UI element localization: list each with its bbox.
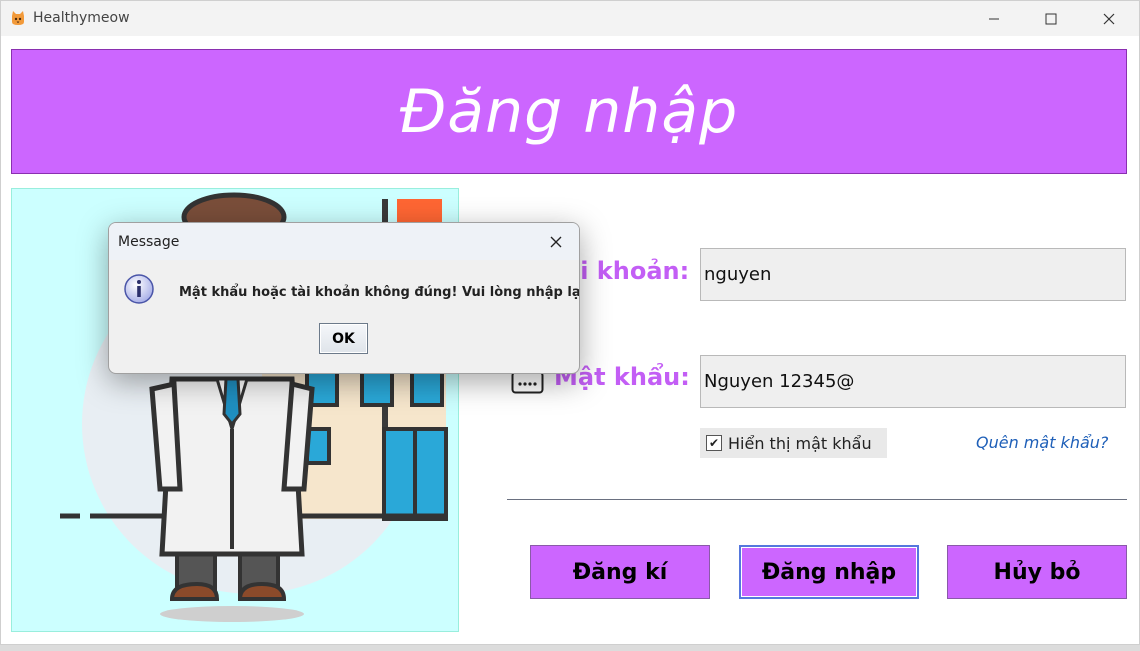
divider — [507, 499, 1127, 500]
checkbox-check-icon[interactable]: ✔ — [706, 435, 722, 451]
cancel-button[interactable]: Hủy bỏ — [947, 545, 1127, 599]
title-bar: Healthymeow — [1, 1, 1139, 36]
message-dialog: Message Mật khẩu hoặc tài khoản không đú… — [108, 222, 580, 374]
account-label: ài khoản: — [564, 257, 690, 285]
info-icon — [124, 274, 154, 304]
close-button[interactable] — [1080, 1, 1138, 36]
show-password-checkbox[interactable]: ✔ Hiển thị mật khẩu — [700, 428, 887, 458]
ok-button[interactable]: OK — [319, 323, 368, 354]
login-button[interactable]: Đăng nhập — [739, 545, 919, 599]
register-button[interactable]: Đăng kí — [530, 545, 710, 599]
forgot-password-link[interactable]: Quên mật khẩu? — [976, 433, 1108, 452]
password-input[interactable]: Nguyen 12345@ — [700, 355, 1126, 408]
close-icon — [1103, 13, 1115, 24]
account-input[interactable]: nguyen — [700, 248, 1126, 301]
dialog-title: Message — [118, 234, 180, 250]
maximize-button[interactable] — [1022, 1, 1080, 36]
window-title: Healthymeow — [33, 10, 130, 26]
minimize-button[interactable] — [965, 1, 1023, 36]
page-title: Đăng nhập — [399, 76, 739, 147]
dialog-close-button[interactable] — [533, 223, 579, 260]
close-icon — [550, 236, 562, 247]
dialog-message: Mật khẩu hoặc tài khoản không đúng! Vui … — [179, 285, 580, 300]
minimize-icon — [989, 18, 999, 19]
show-password-label: Hiển thị mật khẩu — [728, 433, 872, 453]
password-dots-icon — [511, 371, 544, 394]
maximize-icon — [1045, 13, 1057, 24]
cat-app-icon — [12, 11, 24, 25]
header-banner: Đăng nhập — [11, 49, 1127, 174]
dialog-title-bar: Message — [109, 223, 579, 260]
